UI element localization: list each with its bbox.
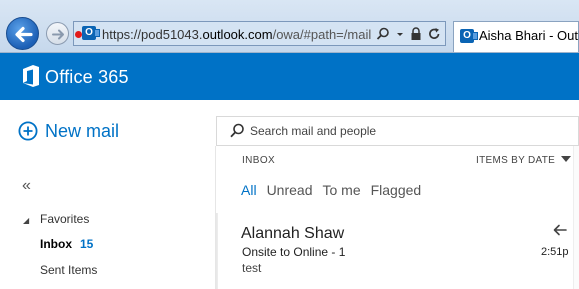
plus-circle-icon [18,121,38,141]
current-folder-label: INBOX [242,155,276,166]
filter-tabs: All Unread To me Flagged [241,182,431,198]
outlook-tab-icon: O [460,29,478,43]
search-box[interactable]: Search mail and people [216,116,579,146]
filter-unread[interactable]: Unread [267,182,313,198]
outlook-favicon: O [82,26,100,40]
app-title[interactable]: Office 365 [45,67,129,88]
refresh-icon[interactable] [428,27,441,41]
back-arrow-icon [15,26,33,43]
message-subject: Onsite to Online - 1 [242,245,346,259]
browser-tab[interactable]: O Aisha Bhari - Outlo [453,21,579,52]
sort-dropdown[interactable]: ITEMS BY DATE [476,155,572,166]
message-preview: test [242,261,262,275]
favorites-expand-icon[interactable]: ◢ [23,216,29,225]
forward-button[interactable] [46,22,69,45]
favorites-header[interactable]: Favorites [40,212,89,226]
back-button[interactable] [6,17,39,50]
list-scrollbar[interactable] [573,146,579,289]
message-time: 2:51p [541,246,569,258]
recording-dot [75,31,82,38]
chevron-down-icon [561,156,572,162]
dropdown-arrow-icon[interactable] [396,27,404,41]
url-text[interactable]: https://pod51043.outlook.com/owa/#path=/… [102,27,371,42]
folder-inbox[interactable]: Inbox [40,237,72,251]
filter-all[interactable]: All [241,182,257,198]
new-mail-button[interactable]: New mail [18,119,119,143]
filter-to-me[interactable]: To me [322,182,360,198]
new-mail-label: New mail [45,120,120,141]
filter-flagged[interactable]: Flagged [371,182,422,198]
forward-arrow-icon [52,29,64,40]
address-bar[interactable]: O https://pod51043.outlook.com/owa/#path… [73,21,446,46]
lock-icon[interactable] [410,27,422,41]
tab-title: Aisha Bhari - Outlo [479,28,579,43]
app-header: Office 365 [0,53,579,100]
inbox-unread-count: 15 [80,237,94,251]
search-placeholder: Search mail and people [250,124,377,138]
reply-arrow-icon [553,224,567,236]
office-logo-icon[interactable] [22,65,40,87]
collapse-pane-icon[interactable]: « [22,177,31,195]
message-sender: Alannah Shaw [241,225,345,242]
search-icon [230,123,244,138]
folder-sent-items[interactable]: Sent Items [40,263,97,277]
search-icon[interactable] [376,27,390,41]
browser-toolbar: O https://pod51043.outlook.com/owa/#path… [0,0,579,53]
